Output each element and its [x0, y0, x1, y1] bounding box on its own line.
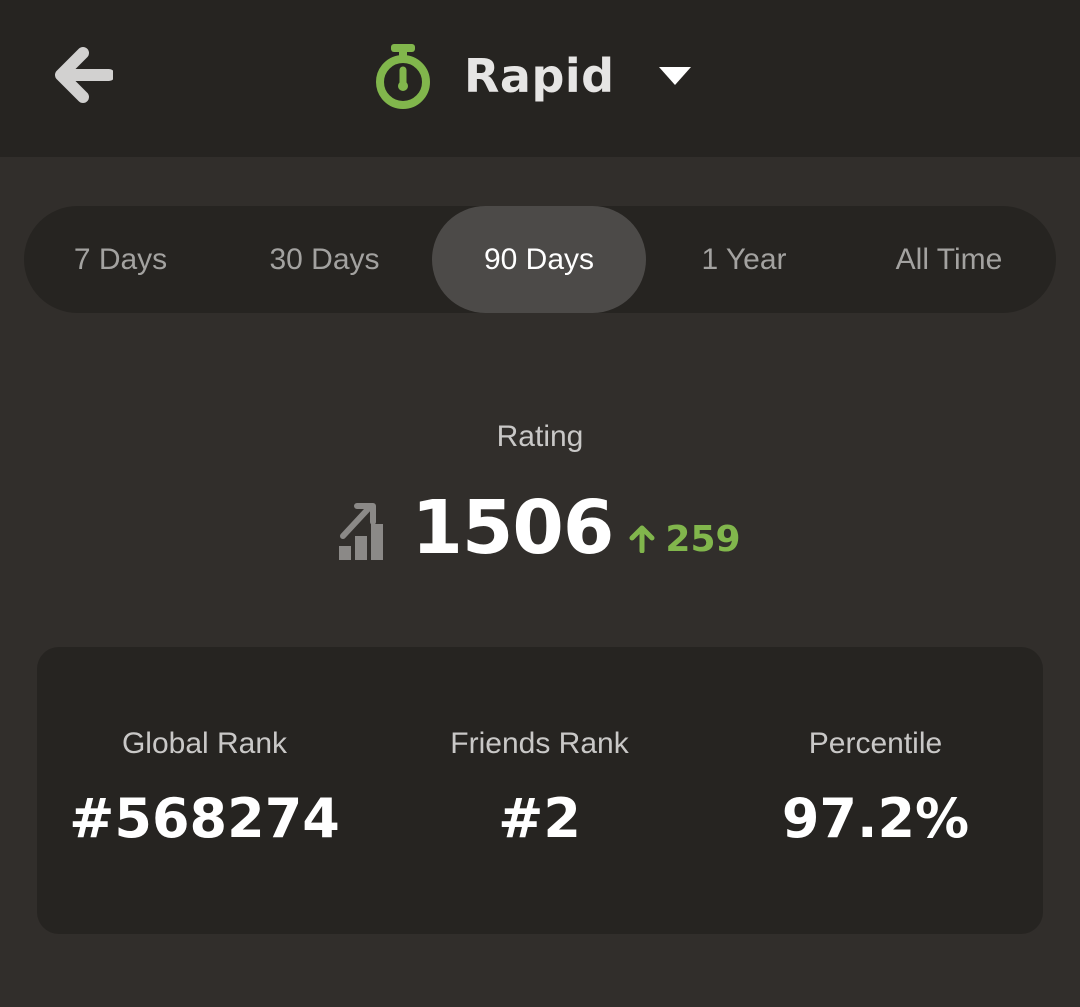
tab-30-days[interactable]: 30 Days [217, 206, 432, 313]
caret-down-icon [658, 67, 691, 85]
stat-label: Global Rank [121, 727, 288, 760]
tab-all-time[interactable]: All Time [842, 206, 1056, 313]
back-button[interactable] [50, 42, 118, 108]
stat-friends-rank: Friends Rank #2 [372, 647, 707, 934]
stat-value: #2 [498, 787, 581, 850]
stat-percentile: Percentile 97.2% [708, 647, 1043, 934]
rating-label: Rating [496, 420, 584, 453]
rating-value: 1506 [411, 485, 614, 571]
stat-label: Percentile [808, 727, 943, 760]
tab-90-days[interactable]: 90 Days [432, 206, 646, 313]
rating-row: 1506 259 [0, 478, 1080, 578]
stat-label: Friends Rank [450, 727, 629, 760]
rating-trend-icon [339, 503, 384, 560]
arrow-left-icon [55, 47, 113, 103]
stat-global-rank: Global Rank #568274 [37, 647, 372, 934]
stat-value: 97.2% [781, 787, 970, 850]
game-mode-selector[interactable]: Rapid [372, 38, 691, 114]
game-mode-title: Rapid [464, 49, 615, 103]
time-range-tabs: 7 Days 30 Days 90 Days 1 Year All Time [24, 206, 1056, 313]
rank-stats-card: Global Rank #568274 Friends Rank #2 Perc… [37, 647, 1043, 934]
tab-7-days[interactable]: 7 Days [24, 206, 217, 313]
top-bar: Rapid [0, 0, 1080, 157]
stopwatch-icon [376, 44, 430, 109]
tab-1-year[interactable]: 1 Year [646, 206, 842, 313]
arrow-up-icon [629, 525, 655, 553]
stat-value: #568274 [69, 787, 340, 850]
rating-delta-value: 259 [665, 518, 741, 560]
rating-delta: 259 [629, 518, 741, 560]
